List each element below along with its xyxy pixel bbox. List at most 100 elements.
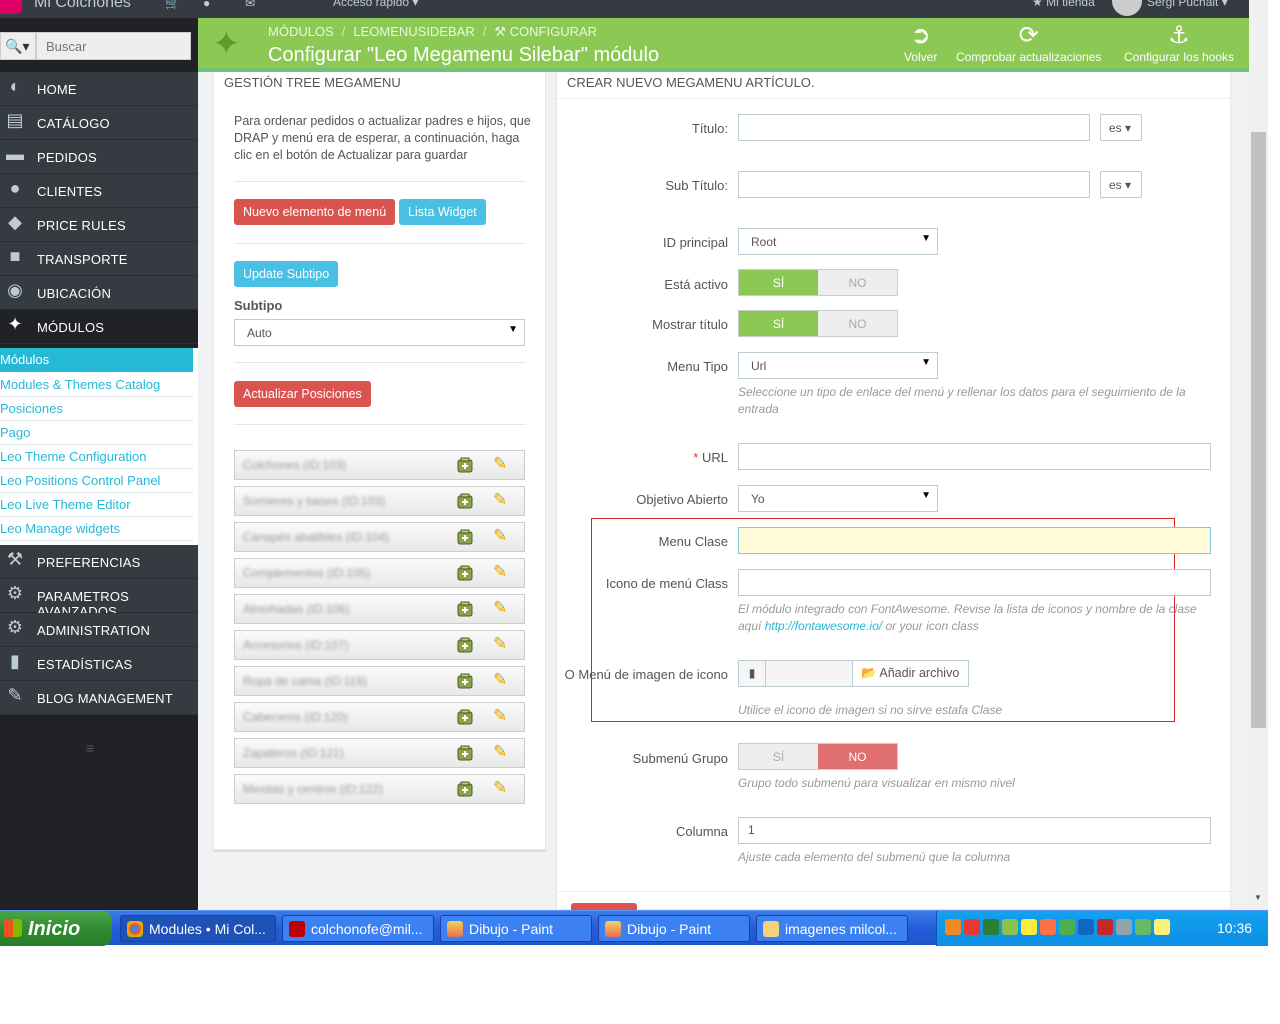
submenu-grupo-yes-option[interactable]: SÍ	[739, 744, 818, 769]
shop-logo[interactable]	[0, 0, 22, 14]
tree-item[interactable]: Colchones (ID:103) ✎	[234, 450, 525, 480]
menu-tipo-select[interactable]: Url ▼	[738, 352, 938, 379]
add-item-icon[interactable]	[457, 601, 473, 617]
update-subtipo-button[interactable]: Update Subtipo	[234, 261, 339, 287]
mostrar-titulo-switch[interactable]: SÍ NO	[738, 310, 898, 337]
mail-icon[interactable]: ✉	[245, 0, 255, 10]
tree-item[interactable]: Accesorios (ID:107) ✎	[234, 630, 525, 660]
configure-hooks-button[interactable]: ⚓ Configurar los hooks	[1124, 22, 1234, 64]
add-item-icon[interactable]	[457, 745, 473, 761]
search-input[interactable]	[36, 32, 191, 60]
sidebar-item-blog[interactable]: ✎ BLOG MANAGEMENT	[0, 681, 198, 715]
edit-pencil-icon[interactable]: ✎	[493, 670, 507, 690]
scrollbar-thumb[interactable]	[1251, 132, 1266, 728]
sidebar-item-transporte[interactable]: ■ TRANSPORTE	[0, 242, 198, 276]
sidebar-item-administration[interactable]: ⚙ ADMINISTRATION	[0, 613, 198, 647]
add-item-icon[interactable]	[457, 781, 473, 797]
add-item-icon[interactable]	[457, 493, 473, 509]
sidebar-item-ubicacion[interactable]: ◉ UBICACIÓN	[0, 276, 198, 310]
add-file-button[interactable]: 📂 Añadir archivo	[852, 660, 969, 687]
url-input[interactable]	[738, 443, 1211, 470]
submenu-item-modulos[interactable]: Módulos	[0, 348, 193, 372]
objetivo-select[interactable]: Yo ▼	[738, 485, 938, 512]
submenu-item-leo-positions[interactable]: Leo Positions Control Panel	[0, 469, 193, 493]
sidebar-item-pedidos[interactable]: ▬ PEDIDOS	[0, 140, 198, 174]
tree-item[interactable]: Somieres y bases (ID:103) ✎	[234, 486, 525, 516]
sidebar-item-modulos[interactable]: ✦ MÓDULOS	[0, 310, 198, 344]
cart-icon[interactable]: 🛒	[165, 0, 180, 10]
shop-name[interactable]: Mi Colchones	[34, 0, 131, 12]
submenu-item-leo-theme-config[interactable]: Leo Theme Configuration	[0, 445, 193, 469]
edit-pencil-icon[interactable]: ✎	[493, 742, 507, 762]
save-button-partial[interactable]	[571, 903, 637, 910]
submenu-item-posiciones[interactable]: Posiciones	[0, 397, 193, 421]
sidebar-item-estadisticas[interactable]: ▮ ESTADÍSTICAS	[0, 647, 198, 681]
edit-pencil-icon[interactable]: ✎	[493, 490, 507, 510]
home-icon[interactable]	[1021, 919, 1037, 935]
tray-app-icon[interactable]	[1040, 919, 1056, 935]
widget-list-button[interactable]: Lista Widget	[399, 199, 486, 225]
tray-app-icon[interactable]	[1135, 919, 1151, 935]
mostrar-titulo-no-option[interactable]: NO	[818, 311, 897, 336]
check-updates-button[interactable]: ⟳ Comprobar actualizaciones	[956, 22, 1101, 64]
edit-pencil-icon[interactable]: ✎	[493, 706, 507, 726]
tree-item[interactable]: Zapateros (ID:121) ✎	[234, 738, 525, 768]
add-item-icon[interactable]	[457, 529, 473, 545]
titulo-input[interactable]	[738, 114, 1090, 141]
tree-item[interactable]: Canapés abatibles (ID:104) ✎	[234, 522, 525, 552]
edit-pencil-icon[interactable]: ✎	[493, 778, 507, 798]
sidebar-item-price-rules[interactable]: ◆ PRICE RULES	[0, 208, 198, 242]
submenu-item-catalog[interactable]: Modules & Themes Catalog	[0, 373, 193, 397]
sidebar-item-clientes[interactable]: ● CLIENTES	[0, 174, 198, 208]
signal-icon[interactable]	[1002, 919, 1018, 935]
search-type-button[interactable]: 🔍▾	[0, 32, 36, 60]
add-item-icon[interactable]	[457, 673, 473, 689]
tree-item[interactable]: Almohadas (ID:106) ✎	[234, 594, 525, 624]
titulo-lang-dropdown[interactable]: es ▾	[1100, 114, 1142, 141]
tray-app-icon[interactable]	[983, 919, 999, 935]
activo-yes-option[interactable]: SÍ	[739, 270, 818, 295]
add-item-icon[interactable]	[457, 457, 473, 473]
breadcrumb-modulos[interactable]: MÓDULOS	[268, 24, 334, 39]
star-icon[interactable]	[1154, 919, 1170, 935]
tray-app-icon[interactable]	[1059, 919, 1075, 935]
add-item-icon[interactable]	[457, 637, 473, 653]
breadcrumb-leomenusidebar[interactable]: LEOMENUSIDEBAR	[353, 24, 474, 39]
tray-app-icon[interactable]	[945, 919, 961, 935]
file-name-field[interactable]	[765, 660, 853, 687]
start-button[interactable]: Inicio	[0, 911, 112, 946]
menu-clase-input[interactable]	[738, 527, 1211, 554]
quick-access-menu[interactable]: Acceso rápido ▾	[333, 0, 418, 9]
submenu-grupo-switch[interactable]: SÍ NO	[738, 743, 898, 770]
sidebar-item-parametros[interactable]: ⚙ PARAMETROS AVANZADOS	[0, 579, 198, 619]
edit-pencil-icon[interactable]: ✎	[493, 454, 507, 474]
add-item-icon[interactable]	[457, 565, 473, 581]
mostrar-titulo-yes-option[interactable]: SÍ	[739, 311, 818, 336]
task-chrome[interactable]: Modules • Mi Col...	[120, 915, 276, 942]
new-menu-item-button[interactable]: Nuevo elemento de menú	[234, 199, 396, 225]
id-principal-select[interactable]: Root ▼	[738, 228, 938, 255]
avatar[interactable]	[1112, 0, 1142, 16]
subtitulo-lang-dropdown[interactable]: es ▾	[1100, 171, 1142, 198]
tree-item[interactable]: Mesitas y centros (ID:122) ✎	[234, 774, 525, 804]
columna-input[interactable]: 1	[738, 817, 1211, 844]
tray-app-icon[interactable]	[1097, 919, 1113, 935]
user-menu[interactable]: Sergi Puchalt ▾	[1147, 0, 1228, 9]
icono-clase-input[interactable]	[738, 569, 1211, 596]
back-button[interactable]: ➲ Volver	[904, 22, 937, 64]
network-icon[interactable]	[1078, 919, 1094, 935]
add-item-icon[interactable]	[457, 709, 473, 725]
page-scrollbar[interactable]: ▼	[1249, 0, 1268, 910]
edit-pencil-icon[interactable]: ✎	[493, 526, 507, 546]
task-paint-2[interactable]: Dibujo - Paint	[598, 915, 750, 942]
collapse-sidebar-icon[interactable]: ≡	[86, 740, 94, 756]
tree-item[interactable]: Cabeceros (ID:120) ✎	[234, 702, 525, 732]
user-icon[interactable]: ●	[203, 0, 210, 10]
fontawesome-link[interactable]: http://fontawesome.io/	[765, 619, 882, 633]
submenu-item-leo-widgets[interactable]: Leo Manage widgets	[0, 517, 193, 541]
tree-item[interactable]: Ropa de cama (ID:119) ✎	[234, 666, 525, 696]
task-folder[interactable]: imagenes milcol...	[756, 915, 908, 942]
subtitulo-input[interactable]	[738, 171, 1090, 198]
edit-pencil-icon[interactable]: ✎	[493, 598, 507, 618]
activo-switch[interactable]: SÍ NO	[738, 269, 898, 296]
